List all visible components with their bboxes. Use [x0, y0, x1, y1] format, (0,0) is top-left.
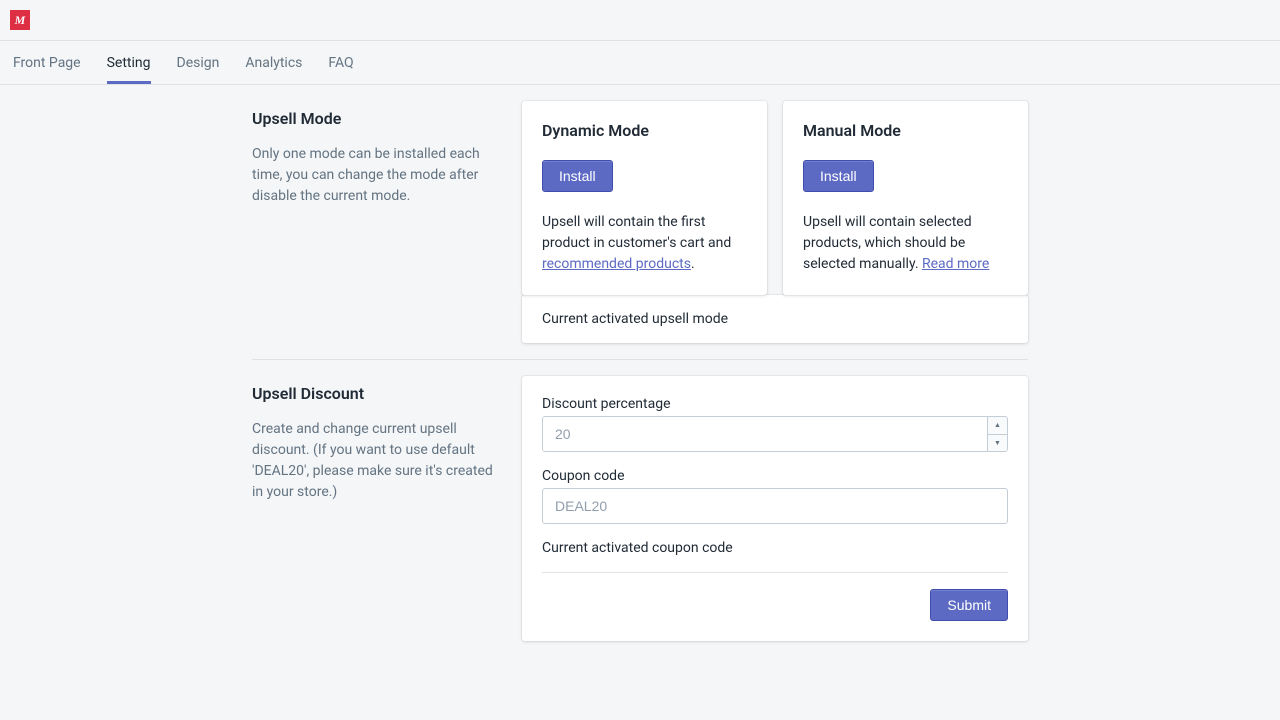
number-spinner: ▲ ▼ [987, 417, 1007, 451]
navbar: Front Page Setting Design Analytics FAQ [0, 41, 1280, 85]
manual-mode-text: Upsell will contain selected products, w… [803, 212, 1008, 275]
nav-setting[interactable]: Setting [94, 41, 164, 84]
nav-analytics[interactable]: Analytics [232, 41, 315, 84]
discount-form-card: Discount percentage ▲ ▼ Coupon code [522, 376, 1028, 641]
spinner-up-icon[interactable]: ▲ [988, 417, 1007, 435]
dynamic-text-before: Upsell will contain the first product in… [542, 214, 731, 251]
discount-percentage-field: ▲ ▼ [542, 416, 1008, 452]
install-manual-button[interactable]: Install [803, 160, 874, 192]
topbar: M [0, 0, 1280, 41]
dynamic-mode-title: Dynamic Mode [542, 121, 747, 140]
app-logo: M [10, 10, 30, 30]
current-mode-card: Current activated upsell mode [522, 295, 1028, 343]
upsell-mode-title: Upsell Mode [252, 109, 502, 128]
manual-mode-title: Manual Mode [803, 121, 1008, 140]
recommended-products-link[interactable]: recommended products [542, 256, 691, 272]
install-dynamic-button[interactable]: Install [542, 160, 613, 192]
dynamic-mode-card: Dynamic Mode Install Upsell will contain… [522, 101, 767, 295]
section-upsell-mode: Upsell Mode Only one mode can be install… [252, 101, 1028, 360]
manual-mode-card: Manual Mode Install Upsell will contain … [783, 101, 1028, 295]
current-coupon-label: Current activated coupon code [542, 540, 1008, 556]
submit-button[interactable]: Submit [930, 589, 1008, 621]
nav-design[interactable]: Design [164, 41, 233, 84]
coupon-code-label: Coupon code [542, 468, 1008, 484]
spinner-down-icon[interactable]: ▼ [988, 435, 1007, 452]
section-upsell-discount: Upsell Discount Create and change curren… [252, 376, 1028, 657]
discount-percentage-input[interactable] [543, 417, 987, 451]
coupon-code-input[interactable] [542, 488, 1008, 524]
page: Upsell Mode Only one mode can be install… [0, 85, 1280, 673]
upsell-mode-desc: Only one mode can be installed each time… [252, 144, 502, 207]
read-more-link[interactable]: Read more [922, 256, 989, 272]
discount-percentage-label: Discount percentage [542, 396, 1008, 412]
divider [542, 572, 1008, 573]
nav-front-page[interactable]: Front Page [0, 41, 94, 84]
current-mode-label: Current activated upsell mode [542, 311, 1008, 327]
nav-faq[interactable]: FAQ [315, 41, 366, 84]
upsell-discount-desc: Create and change current upsell discoun… [252, 419, 502, 503]
dynamic-mode-text: Upsell will contain the first product in… [542, 212, 747, 275]
upsell-discount-title: Upsell Discount [252, 384, 502, 403]
dynamic-text-after: . [691, 256, 695, 272]
